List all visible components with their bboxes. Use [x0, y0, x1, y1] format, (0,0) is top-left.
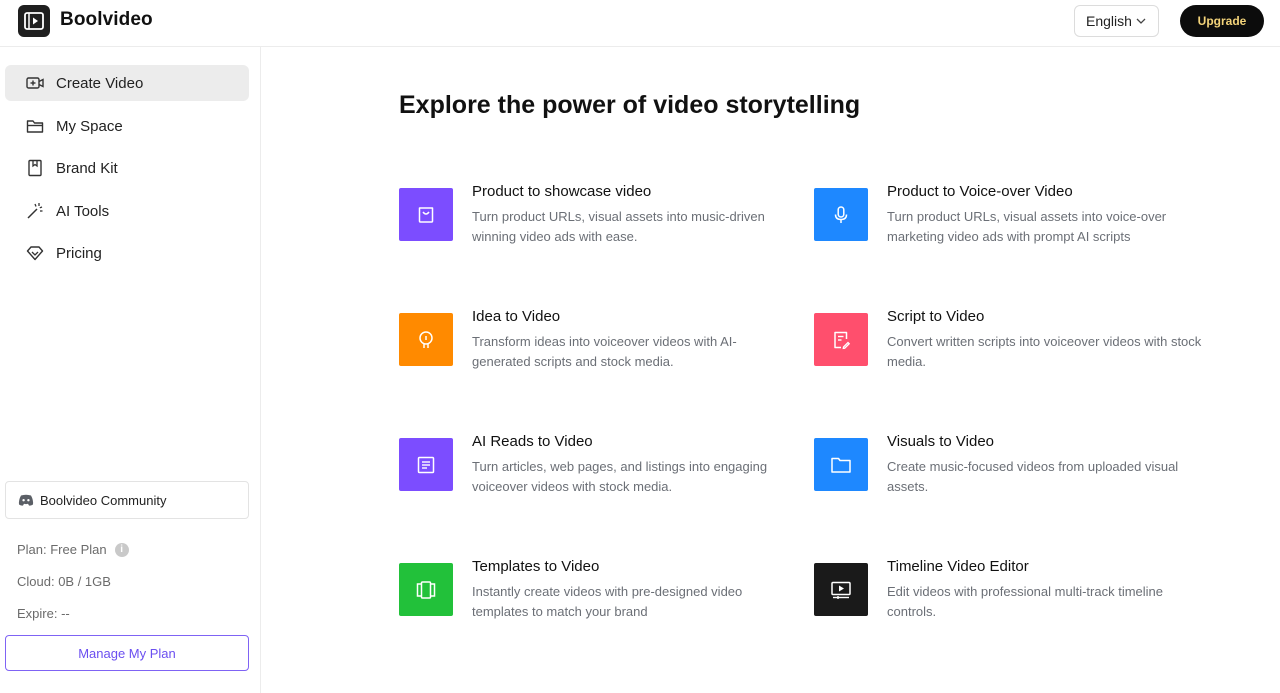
community-button[interactable]: Boolvideo Community — [5, 481, 249, 519]
cloud-text: Cloud: 0B / 1GB — [17, 574, 111, 589]
card-templates-to-video[interactable]: Templates to Video Instantly create vide… — [399, 558, 789, 638]
sidebar-item-my-space[interactable]: My Space — [5, 108, 249, 144]
card-timeline-video-editor[interactable]: Timeline Video Editor Edit videos with p… — [814, 558, 1204, 638]
sidebar-item-create-video[interactable]: Create Video — [5, 65, 249, 101]
folder-icon — [814, 438, 868, 491]
sidebar-item-ai-tools[interactable]: AI Tools — [5, 193, 249, 229]
document-edit-icon — [814, 313, 868, 366]
sidebar-item-label: Brand Kit — [56, 159, 118, 177]
template-icon — [399, 563, 453, 616]
sidebar-item-label: My Space — [56, 117, 123, 135]
card-title: Product to Voice-over Video — [887, 183, 1073, 200]
video-plus-icon — [25, 73, 45, 93]
sidebar-item-label: AI Tools — [56, 202, 110, 220]
sidebar-item-brand-kit[interactable]: Brand Kit — [5, 150, 249, 186]
discord-icon — [18, 494, 34, 506]
card-idea-to-video[interactable]: Idea to Video Transform ideas into voice… — [399, 308, 789, 388]
shopping-bag-icon — [399, 188, 453, 241]
magic-wand-icon — [25, 201, 45, 221]
sidebar-item-label: Pricing — [56, 244, 102, 262]
card-title: AI Reads to Video — [472, 433, 593, 450]
sidebar-item-label: Create Video — [56, 74, 144, 92]
app-logo[interactable] — [18, 5, 50, 37]
card-visuals-to-video[interactable]: Visuals to Video Create music-focused vi… — [814, 433, 1204, 513]
cloud-info: Cloud: 0B / 1GB — [17, 574, 111, 589]
card-title: Timeline Video Editor — [887, 558, 1029, 575]
lightbulb-icon — [399, 313, 453, 366]
card-description: Transform ideas into voiceover videos wi… — [472, 334, 737, 369]
language-select[interactable]: English — [1074, 5, 1159, 37]
card-title: Templates to Video — [472, 558, 600, 575]
community-label: Boolvideo Community — [40, 492, 167, 508]
sidebar: Create Video My Space Brand Kit AI Tools… — [0, 47, 261, 693]
app-name[interactable]: Boolvideo — [60, 9, 153, 31]
card-description: Turn articles, web pages, and listings i… — [472, 459, 768, 494]
card-product-to-showcase-video[interactable]: Product to showcase video Turn product U… — [399, 183, 789, 263]
expire-info: Expire: -- — [17, 606, 70, 621]
diamond-icon — [25, 243, 45, 263]
monitor-play-icon — [814, 563, 868, 616]
article-icon — [399, 438, 453, 491]
card-description: Turn product URLs, visual assets into mu… — [472, 209, 765, 244]
logo-icon — [24, 12, 44, 30]
chevron-down-icon — [1136, 18, 1146, 24]
card-description: Convert written scripts into voiceover v… — [887, 334, 1202, 369]
plan-info: Plan: Free Plan i — [17, 542, 129, 557]
top-header: Boolvideo English Upgrade — [0, 0, 1280, 47]
plan-text: Plan: Free Plan — [17, 542, 107, 557]
card-title: Idea to Video — [472, 308, 561, 325]
card-product-to-voice-over-video[interactable]: Product to Voice-over Video Turn product… — [814, 183, 1204, 263]
manage-plan-button[interactable]: Manage My Plan — [5, 635, 249, 671]
card-title: Script to Video — [887, 308, 985, 325]
sidebar-item-pricing[interactable]: Pricing — [5, 235, 249, 271]
card-script-to-video[interactable]: Script to Video Convert written scripts … — [814, 308, 1204, 388]
card-title: Visuals to Video — [887, 433, 995, 450]
bookmark-icon — [25, 158, 45, 178]
language-value: English — [1086, 13, 1132, 29]
expire-text: Expire: -- — [17, 606, 70, 621]
card-description: Turn product URLs, visual assets into vo… — [887, 209, 1167, 244]
card-ai-reads-to-video[interactable]: AI Reads to Video Turn articles, web pag… — [399, 433, 789, 513]
microphone-icon — [814, 188, 868, 241]
folder-icon — [25, 116, 45, 136]
page-title: Explore the power of video storytelling — [399, 91, 861, 119]
upgrade-button[interactable]: Upgrade — [1180, 5, 1264, 37]
card-description: Create music-focused videos from uploade… — [887, 459, 1179, 494]
card-description: Edit videos with professional multi-trac… — [887, 584, 1163, 619]
info-icon[interactable]: i — [114, 542, 129, 557]
card-title: Product to showcase video — [472, 183, 652, 200]
card-description: Instantly create videos with pre-designe… — [472, 584, 743, 619]
